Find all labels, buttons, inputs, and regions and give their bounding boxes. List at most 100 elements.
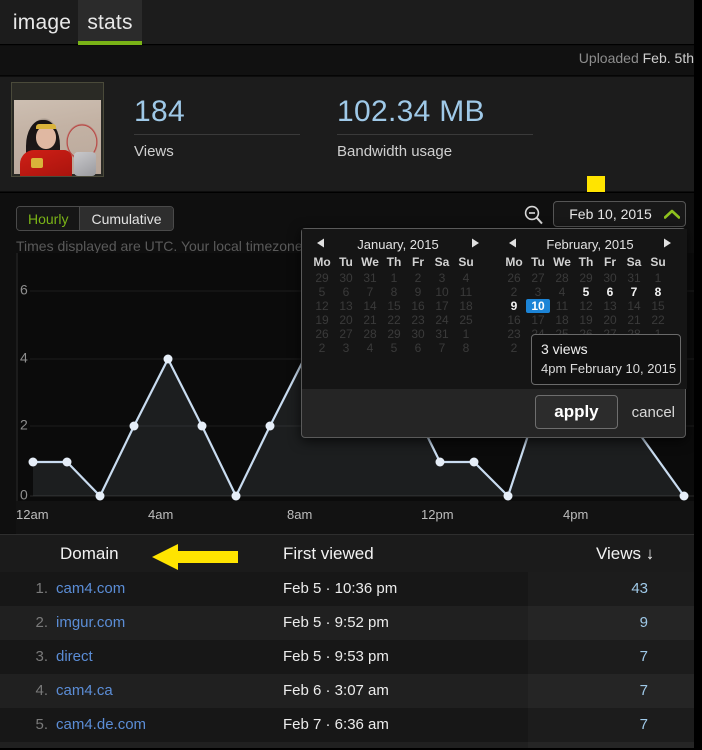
- row-domain-link[interactable]: direct: [56, 648, 93, 665]
- calendar-day: 23: [411, 313, 425, 327]
- calendar-day[interactable]: 7: [622, 285, 646, 299]
- calendar-day: 3: [342, 341, 350, 355]
- column-header-first-viewed[interactable]: First viewed: [283, 544, 374, 564]
- svg-text:4: 4: [20, 350, 28, 366]
- calendar-day: 19: [315, 313, 329, 327]
- dow-label: We: [361, 255, 379, 269]
- tab-image[interactable]: image: [6, 0, 78, 45]
- chart-mode-cumulative[interactable]: Cumulative: [79, 207, 173, 230]
- calendar-january: January, 2015 Mo Tu We Th Fr Sa Su 29 30 3…: [302, 229, 494, 389]
- dow-label: Sa: [434, 255, 450, 269]
- calendar-next-month-icon-right[interactable]: [656, 236, 678, 254]
- calendar-day[interactable]: 9: [502, 299, 526, 313]
- tab-active-underline: [78, 41, 142, 45]
- apply-button[interactable]: apply: [535, 395, 618, 429]
- date-range-button[interactable]: Feb 10, 2015: [553, 201, 686, 227]
- calendar-january-header: January, 2015: [310, 235, 486, 254]
- calendar-day: 26: [507, 271, 521, 285]
- row-domain-link[interactable]: cam4.ca: [56, 682, 113, 699]
- calendar-day: 28: [555, 271, 569, 285]
- calendar-day[interactable]: 8: [646, 285, 670, 299]
- row-views-count: 7: [639, 682, 648, 699]
- image-thumbnail[interactable]: [11, 82, 104, 177]
- calendar-day: 30: [411, 327, 425, 341]
- svg-text:4pm: 4pm: [563, 507, 588, 522]
- chart-mode-toggle[interactable]: Hourly Cumulative: [16, 206, 174, 231]
- calendar-day: 19: [579, 313, 593, 327]
- uploaded-bar: Uploaded Feb. 5th: [0, 46, 702, 76]
- calendar-day: 20: [603, 313, 617, 327]
- tab-stats[interactable]: stats: [78, 0, 142, 45]
- stat-bandwidth-label: Bandwidth usage: [337, 143, 453, 160]
- calendar-prev-month-icon-right[interactable]: [502, 236, 524, 254]
- table-header-row: Domain First viewed Views ↓: [0, 534, 702, 572]
- calendar-day: 1: [654, 271, 662, 285]
- row-first-viewed: Feb 5 · 9:52 pm: [283, 614, 389, 631]
- row-first-viewed: Feb 7 · 6:36 am: [283, 716, 389, 733]
- calendar-week-row: 19 20 21 22 23 24 25: [310, 313, 486, 327]
- dow-label: Mo: [505, 255, 523, 269]
- calendar-january-weeks: 29 30 31 1 2 3 4 5 6 7 8 9 10 11 12 13 14 15 16 17 18 19 20 21 2…: [310, 271, 486, 355]
- stat-views-value: 184: [134, 95, 185, 128]
- calendar-day: 16: [411, 299, 425, 313]
- dow-label: Tu: [531, 255, 545, 269]
- cancel-button[interactable]: cancel: [632, 404, 675, 421]
- chart-mode-hourly[interactable]: Hourly: [17, 207, 80, 230]
- tab-bar: image stats: [0, 0, 702, 45]
- calendar-next-month-icon-left[interactable]: [464, 236, 486, 254]
- calendar-day: 17: [531, 313, 545, 327]
- column-header-domain[interactable]: Domain: [60, 544, 119, 564]
- calendar-day: 2: [510, 285, 518, 299]
- date-range-label: Feb 10, 2015: [569, 206, 652, 222]
- row-domain-link[interactable]: cam4.de.com: [56, 716, 146, 733]
- calendar-week-row: 29 30 31 1 2 3 4: [310, 271, 486, 285]
- calendar-february-dow: Mo Tu We Th Fr Sa Su: [502, 254, 678, 271]
- calendar-day: 2: [414, 271, 422, 285]
- row-views-count: 7: [639, 648, 648, 665]
- row-views-count: 9: [639, 614, 648, 631]
- calendar-week-row: 2 3 45678: [502, 285, 678, 299]
- calendar-prev-month-icon-left[interactable]: [310, 236, 332, 254]
- dow-label: Tu: [339, 255, 353, 269]
- calendar-day: 5: [318, 285, 326, 299]
- calendar-january-title: January, 2015: [357, 237, 439, 252]
- calendar-day: 12: [315, 299, 329, 313]
- row-first-viewed: Feb 5 · 9:53 pm: [283, 648, 389, 665]
- dow-label: Mo: [313, 255, 331, 269]
- calendar-day: 8: [462, 341, 470, 355]
- svg-text:12am: 12am: [16, 507, 49, 522]
- calendar-day: 1: [462, 327, 470, 341]
- calendar-day-selected[interactable]: 10: [526, 299, 550, 313]
- calendar-day: 7: [366, 285, 374, 299]
- calendar-day: 6: [342, 285, 350, 299]
- row-index: 1.: [35, 580, 48, 597]
- calendar-week-row: 12 13 14 15 16 17 18: [310, 299, 486, 313]
- calendar-day: 8: [390, 285, 398, 299]
- calendar-day: 31: [435, 327, 449, 341]
- window-right-edge: [694, 0, 702, 750]
- thumbnail-watermark: [99, 95, 100, 99]
- calendar-day[interactable]: 6: [598, 285, 622, 299]
- stat-views: 184 Views: [134, 95, 300, 160]
- calendar-week-row: 26 27 28 29 30 31 1: [310, 327, 486, 341]
- calendar-day[interactable]: 5: [574, 285, 598, 299]
- chevron-up-icon: [659, 209, 685, 219]
- svg-text:12pm: 12pm: [421, 507, 454, 522]
- calendar-day: 1: [390, 271, 398, 285]
- calendar-february-title: February, 2015: [546, 237, 634, 252]
- row-domain-link[interactable]: imgur.com: [56, 614, 125, 631]
- row-domain-link[interactable]: cam4.com: [56, 580, 125, 597]
- svg-text:0: 0: [20, 487, 28, 503]
- calendar-day: 13: [339, 299, 353, 313]
- calendar-day: 2: [318, 341, 326, 355]
- table-row: 3. direct Feb 5 · 9:53 pm 7: [0, 640, 702, 674]
- column-header-views[interactable]: Views ↓: [596, 544, 654, 564]
- calendar-day: 2: [510, 341, 518, 355]
- zoom-out-icon[interactable]: [523, 204, 545, 226]
- calendar-day: 11: [555, 299, 569, 313]
- calendar-day: 11: [459, 285, 473, 299]
- calendar-january-dow: Mo Tu We Th Fr Sa Su: [310, 254, 486, 271]
- calendar-day: 27: [531, 271, 545, 285]
- calendar-day: 29: [579, 271, 593, 285]
- referrers-table: Domain First viewed Views ↓ 1. cam4.com Fe…: [0, 534, 702, 750]
